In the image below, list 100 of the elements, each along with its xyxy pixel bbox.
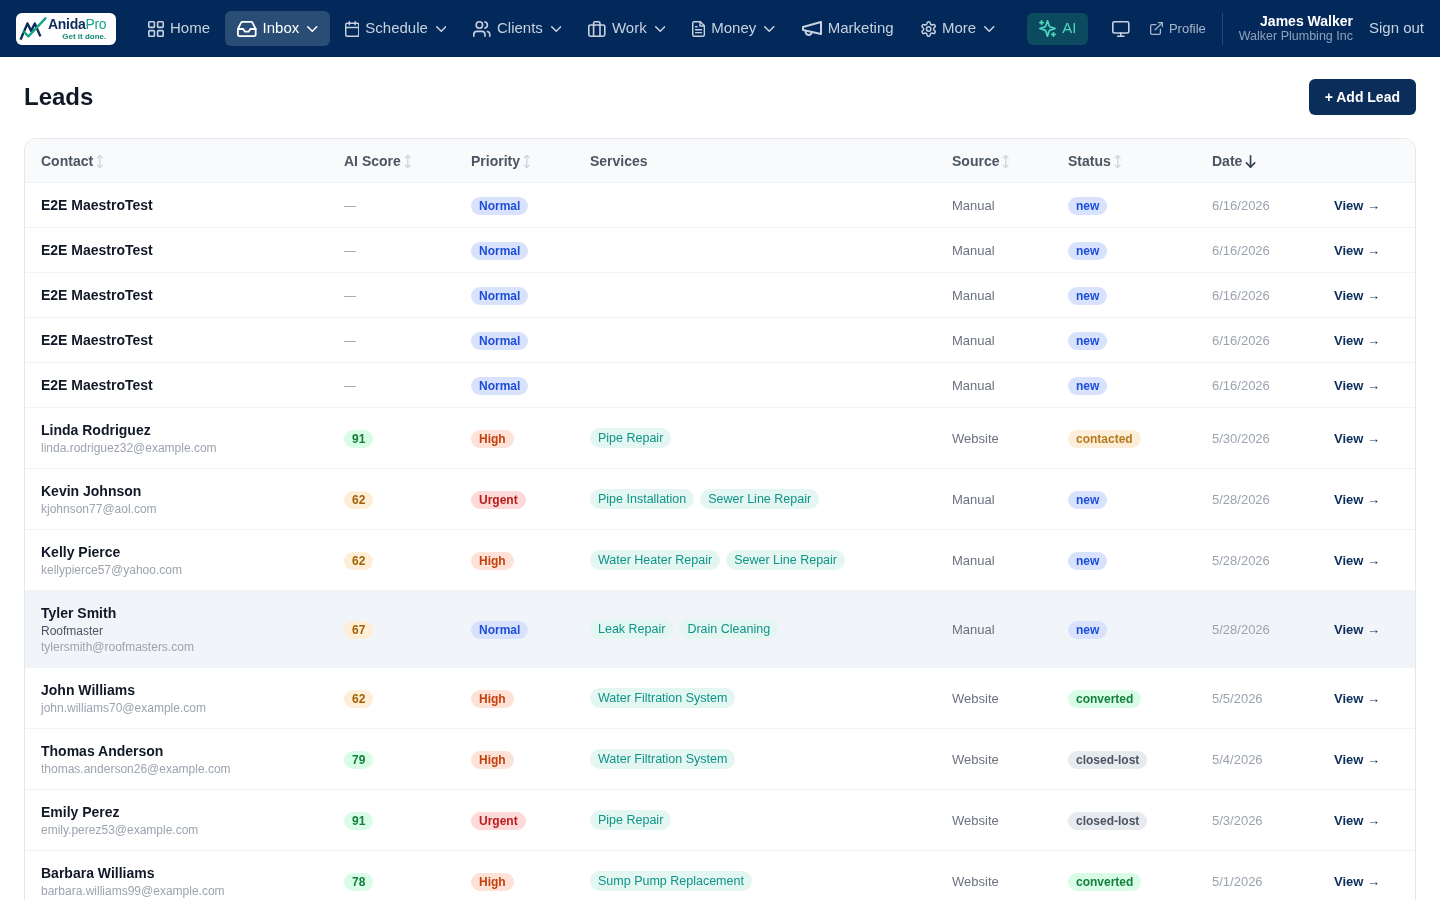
view-link[interactable]: View → [1334, 621, 1380, 637]
source-text: Website [952, 751, 999, 767]
view-link[interactable]: View → [1334, 552, 1380, 568]
external-link-icon [1149, 22, 1163, 35]
priority-badge: Normal [471, 331, 529, 350]
service-tag: Pipe Installation [590, 489, 695, 510]
sign-out-button[interactable]: Sign out [1368, 17, 1424, 40]
status-badge: closed-lost [1068, 811, 1148, 830]
view-link[interactable]: View → [1334, 873, 1380, 889]
empty-score: — [344, 288, 356, 303]
score-badge: 67 [344, 620, 374, 639]
nav-item[interactable]: Schedule [332, 11, 459, 46]
source-text: Manual [952, 552, 995, 568]
view-link[interactable]: View → [1334, 332, 1380, 348]
contact-name: Thomas Anderson [41, 742, 165, 762]
table-row[interactable]: Kelly Pierce kellypierce57@yahoo.com 62 High Water Heater Repair Sewer Line Repair Manual new 5/28/2026 View → [25, 529, 1415, 591]
empty-score: — [344, 243, 356, 258]
calendar-icon [344, 20, 360, 37]
contact-name: E2E MaestroTest [41, 241, 154, 261]
briefcase-icon [588, 20, 606, 37]
contact-name: E2E MaestroTest [41, 286, 154, 306]
priority-badge: High [471, 551, 514, 570]
date-text: 5/5/2026 [1212, 690, 1263, 706]
page-title: Leads [24, 82, 94, 112]
status-badge: converted [1068, 689, 1142, 708]
date-text: 5/28/2026 [1212, 491, 1270, 507]
service-tag: Sump Pump Replacement [590, 871, 752, 892]
caret-icon [307, 25, 318, 32]
table-row[interactable]: E2E MaestroTest — Normal Manual new 6/16/2026 View → [25, 317, 1415, 363]
source-text: Website [952, 812, 999, 828]
date-text: 5/28/2026 [1212, 621, 1270, 637]
status-badge: new [1068, 551, 1108, 570]
date-text: 5/30/2026 [1212, 430, 1270, 446]
nav-item[interactable]: Clients [461, 11, 574, 46]
view-link[interactable]: View → [1334, 377, 1380, 393]
table-row[interactable]: E2E MaestroTest — Normal Manual new 6/16/2026 View → [25, 272, 1415, 318]
view-link[interactable]: View → [1334, 197, 1380, 213]
profile-link[interactable]: Profile [1141, 18, 1214, 39]
score-badge: 91 [344, 811, 374, 830]
nav-item[interactable]: Work [576, 11, 678, 46]
column-header[interactable]: Priority [471, 153, 520, 170]
megaphone-icon [801, 20, 822, 37]
column-header[interactable]: Status [1068, 153, 1111, 170]
monitor-icon [1112, 20, 1130, 37]
users-icon [473, 20, 491, 37]
priority-badge: Normal [471, 376, 529, 395]
priority-badge: High [471, 750, 514, 769]
column-header[interactable]: Date [1212, 153, 1243, 170]
inbox-icon [237, 20, 257, 37]
status-badge: new [1068, 620, 1108, 639]
table-row[interactable]: E2E MaestroTest — Normal Manual new 6/16/2026 View → [25, 227, 1415, 273]
view-link[interactable]: View → [1334, 751, 1380, 767]
view-link[interactable]: View → [1334, 690, 1380, 706]
column-header[interactable]: Contact [41, 153, 94, 170]
column-header[interactable]: Source [952, 153, 1000, 170]
service-tag: Drain Cleaning [679, 619, 779, 640]
view-link[interactable]: View → [1334, 287, 1380, 303]
table-row[interactable]: Barbara Williams barbara.williams99@example.com 78 High Sump Pump Replacement Website converted 5/1/2026 View → [25, 850, 1415, 900]
empty-score: — [344, 378, 356, 393]
priority-badge: Normal [471, 241, 529, 260]
nav-item[interactable]: Inbox [225, 11, 330, 46]
table-row[interactable]: Linda Rodriguez linda.rodriguez32@example.com 91 High Pipe Repair Website contacted 5/30/2026 View → [25, 407, 1415, 469]
view-link[interactable]: View → [1334, 242, 1380, 258]
service-tag: Water Filtration System [590, 688, 736, 709]
table-row[interactable]: John Williams john.williams70@example.com 62 High Water Filtration System Website converted 5/5/2026 View → [25, 667, 1415, 729]
column-header[interactable]: AI Score [344, 153, 401, 170]
ai-button[interactable]: AI [1027, 12, 1089, 45]
status-badge: new [1068, 196, 1108, 215]
contact-name: Kevin Johnson [41, 482, 143, 502]
priority-badge: Normal [471, 286, 529, 305]
logo[interactable]: AnidaPro Get it done. [16, 12, 116, 45]
status-badge: new [1068, 490, 1108, 509]
nav-item[interactable]: Marketing [789, 11, 906, 46]
priority-badge: Normal [471, 196, 529, 215]
table-row[interactable]: E2E MaestroTest — Normal Manual new 6/16/2026 View → [25, 362, 1415, 408]
view-link[interactable]: View → [1334, 430, 1380, 446]
table-row[interactable]: Emily Perez emily.perez53@example.com 91 Urgent Pipe Repair Website closed-lost 5/3/2026 View → [25, 789, 1415, 851]
source-text: Manual [952, 242, 995, 258]
contact-name: Barbara Williams [41, 864, 156, 884]
date-text: 6/16/2026 [1212, 377, 1270, 393]
source-text: Manual [952, 377, 995, 393]
contact-name: Emily Perez [41, 803, 121, 823]
score-badge: 91 [344, 429, 374, 448]
score-badge: 62 [344, 551, 374, 570]
table-row[interactable]: E2E MaestroTest — Normal Manual new 6/16/2026 View → [25, 182, 1415, 228]
add-lead-button[interactable]: + Add Lead [1308, 79, 1416, 115]
logo-tagline: Get it done. [62, 31, 107, 41]
nav-item[interactable]: Money [680, 11, 787, 46]
caret-icon [984, 25, 995, 32]
status-badge: contacted [1068, 429, 1141, 448]
source-text: Website [952, 873, 999, 889]
view-link[interactable]: View → [1334, 812, 1380, 828]
nav-item[interactable]: Home [136, 11, 222, 46]
nav-item[interactable]: More [908, 11, 1007, 46]
source-text: Manual [952, 287, 995, 303]
table-row[interactable]: Kevin Johnson kjohnson77@aol.com 62 Urgent Pipe Installation Sewer Line Repair Manual new 5/28/2026 View → [25, 468, 1415, 530]
table-row[interactable]: Thomas Anderson thomas.anderson26@example.com 79 High Water Filtration System Website closed-lost 5/4/2026 View → [25, 728, 1415, 790]
view-link[interactable]: View → [1334, 491, 1380, 507]
date-text: 6/16/2026 [1212, 332, 1270, 348]
score-badge: 79 [344, 750, 374, 769]
